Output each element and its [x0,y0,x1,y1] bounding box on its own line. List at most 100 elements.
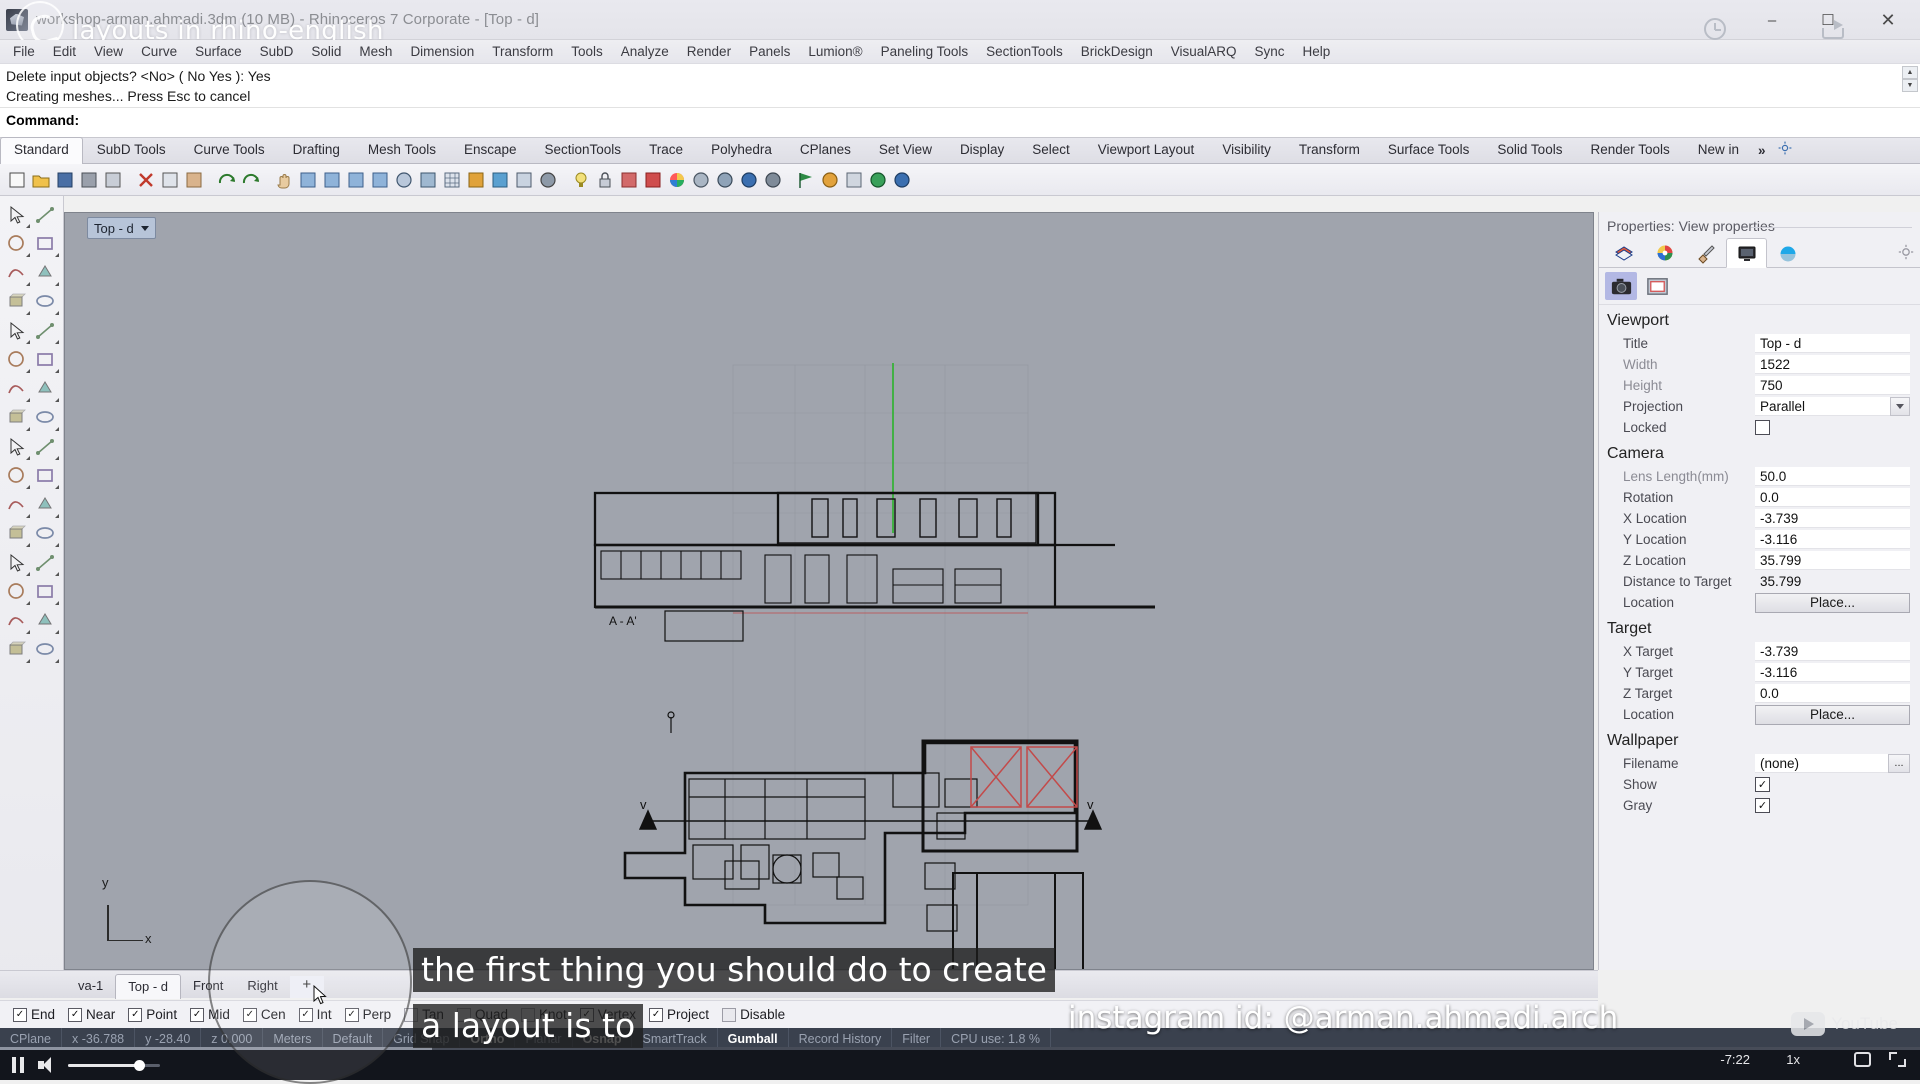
text-icon[interactable] [2,519,31,548]
property-checkbox-locked[interactable] [1755,420,1770,435]
share-icon[interactable] [1822,20,1850,39]
viewport-tab-top-d[interactable]: Top - d [115,974,182,999]
gear-icon[interactable] [1898,244,1914,260]
toolbar-tab-drafting[interactable]: Drafting [279,137,354,163]
enscape-icon[interactable] [819,169,841,191]
grid-icon[interactable] [441,169,463,191]
view-properties-tab[interactable] [1726,238,1767,268]
property-checkbox-show[interactable]: ✓ [1755,777,1770,792]
menu-item-file[interactable]: File [4,40,44,64]
frame-subtab[interactable] [1641,272,1673,300]
layer-state-icon[interactable] [489,169,511,191]
close-button[interactable]: ✕ [1856,0,1920,40]
array-icon[interactable] [2,548,31,577]
menu-item-sync[interactable]: Sync [1246,40,1294,64]
property-input-x-target[interactable]: -3.739 [1755,642,1910,661]
osnap-disable[interactable]: Disable [717,1007,790,1022]
viewport-title-tab[interactable]: Top - d [87,217,156,239]
cylinder-icon[interactable] [2,374,31,403]
property-input-y-location[interactable]: -3.116 [1755,530,1910,549]
magnifier-icon[interactable] [393,169,415,191]
arc-icon[interactable] [31,258,60,287]
osnap-project[interactable]: ✓ Project [644,1007,714,1022]
copy-icon[interactable] [159,169,181,191]
circle-icon[interactable] [2,258,31,287]
property-input-x-location[interactable]: -3.739 [1755,509,1910,528]
new-file-icon[interactable] [6,169,28,191]
line-icon[interactable] [2,229,31,258]
property-input-rotation[interactable]: 0.0 [1755,488,1910,507]
property-button-location[interactable]: Place... [1755,704,1910,725]
surface-icon[interactable] [2,432,31,461]
property-button-location[interactable]: Place... [1755,592,1910,613]
render-sphere-icon[interactable] [738,169,760,191]
layer-icon[interactable] [465,169,487,191]
command-history-scrollbar[interactable]: ▲ ▼ [1902,66,1918,92]
menu-item-paneling-tools[interactable]: Paneling Tools [872,40,978,64]
cone-icon[interactable] [31,374,60,403]
sweep-icon[interactable] [2,461,31,490]
menu-item-brickdesign[interactable]: BrickDesign [1072,40,1162,64]
shade-icon[interactable] [762,169,784,191]
box-icon[interactable] [2,345,31,374]
toolbar-tab-trace[interactable]: Trace [635,137,697,163]
menu-item-mesh[interactable]: Mesh [350,40,401,64]
camera-subtab[interactable] [1605,272,1637,300]
osnap-near[interactable]: ✓ Near [63,1007,120,1022]
patch-icon[interactable] [31,461,60,490]
boolean-icon[interactable] [2,490,31,519]
toolbar-tab-enscape[interactable]: Enscape [450,137,531,163]
toolbar-tab-subd-tools[interactable]: SubD Tools [83,137,180,163]
toolbar-tab-select[interactable]: Select [1018,137,1084,163]
menu-item-surface[interactable]: Surface [186,40,251,64]
property-input-height[interactable]: 750 [1755,376,1910,395]
toolbar-tab-polyhedra[interactable]: Polyhedra [697,137,786,163]
revolve-icon[interactable] [31,432,60,461]
pan-icon[interactable] [273,169,295,191]
viewport-tab-va-1[interactable]: va-1 [66,974,115,998]
video-playback-speed[interactable]: 1x [1786,1052,1800,1067]
chevron-down-icon[interactable] [140,225,149,231]
select-arrow-icon[interactable] [2,200,31,229]
toolbar-tab-new-in[interactable]: New in [1684,137,1753,163]
menu-item-solid[interactable]: Solid [302,40,350,64]
curve-icon[interactable] [2,287,31,316]
toolbar-options-gear-icon[interactable] [1771,137,1799,163]
menu-item-curve[interactable]: Curve [132,40,186,64]
rectangle-icon[interactable] [31,287,60,316]
extrude-icon[interactable] [2,403,31,432]
osnap-point[interactable]: ✓ Point [123,1007,182,1022]
toolbar-tab-solid-tools[interactable]: Solid Tools [1483,137,1576,163]
toolbar-tab-render-tools[interactable]: Render Tools [1576,137,1683,163]
menu-item-tools[interactable]: Tools [562,40,612,64]
toolbar-tabs-overflow-icon[interactable]: » [1753,138,1771,163]
menu-item-dimension[interactable]: Dimension [401,40,483,64]
menu-item-edit[interactable]: Edit [44,40,85,64]
toolbar-tab-surface-tools[interactable]: Surface Tools [1374,137,1484,163]
freeform-icon[interactable] [31,316,60,345]
properties-icon[interactable] [513,169,535,191]
property-dropdown-projection[interactable] [1890,397,1910,416]
toolbar-tab-display[interactable]: Display [946,137,1018,163]
scroll-up-icon[interactable]: ▲ [1902,66,1918,79]
property-input-z-target[interactable]: 0.0 [1755,684,1910,703]
property-input-lens-length-mm[interactable]: 50.0 [1755,467,1910,486]
menu-item-panels[interactable]: Panels [740,40,799,64]
fullscreen-icon[interactable] [1889,1052,1906,1067]
material-icon[interactable] [642,169,664,191]
menu-item-analyze[interactable]: Analyze [612,40,678,64]
menu-item-lumion[interactable]: Lumion® [799,40,871,64]
group-icon[interactable] [618,169,640,191]
sphere-tool-icon[interactable] [31,345,60,374]
menu-item-help[interactable]: Help [1294,40,1340,64]
property-browse-filename[interactable]: ... [1888,754,1910,773]
menu-item-render[interactable]: Render [678,40,740,64]
save-icon[interactable] [54,169,76,191]
paste-icon[interactable] [183,169,205,191]
osnap-end[interactable]: ✓ End [8,1007,60,1022]
volume-slider[interactable] [68,1059,160,1071]
print-preview-icon[interactable] [102,169,124,191]
planar-icon[interactable] [417,169,439,191]
osnap-checkbox-end[interactable]: ✓ [13,1007,27,1022]
render-tool-icon[interactable] [2,635,31,664]
